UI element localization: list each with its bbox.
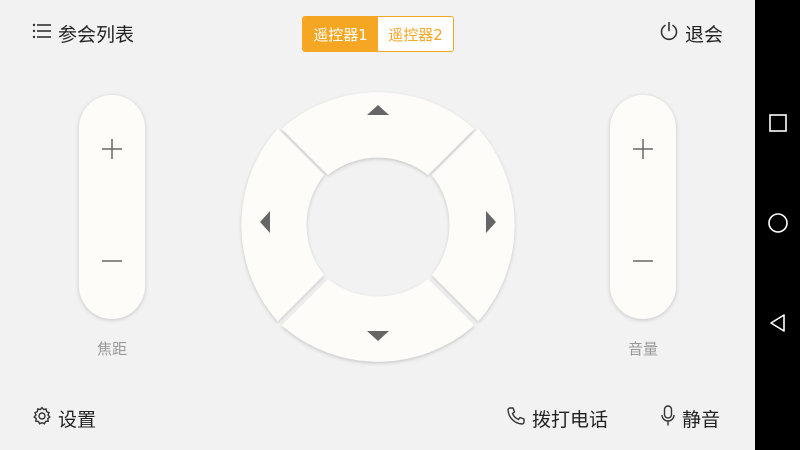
tab-remote-1[interactable]: 遥控器1 [303,17,378,51]
direction-pad [241,92,515,362]
circle-icon [767,212,789,238]
participants-list-label: 参会列表 [58,24,135,46]
tab-remote-2[interactable]: 遥控器2 [378,17,453,51]
system-navigation-bar [755,0,800,450]
dial-button[interactable]: 拨打电话 [506,405,608,432]
mute-button[interactable]: 静音 [660,405,720,432]
back-triangle-icon [768,313,788,337]
plus-icon [101,138,123,164]
focus-plus-button[interactable] [79,121,145,181]
focus-minus-button[interactable] [79,233,145,293]
volume-minus-button[interactable] [610,233,676,293]
back-button[interactable] [755,300,800,350]
remote-control-screen: 参会列表 遥控器1 遥控器2 退会 焦距 音量 设置 拨打电话 静音 [0,0,755,450]
power-icon [659,21,679,46]
microphone-icon [660,405,676,432]
phone-icon [506,406,526,431]
recent-apps-button[interactable] [755,100,800,150]
home-button[interactable] [755,200,800,250]
focus-control [79,95,145,319]
square-icon [768,113,788,137]
exit-meeting-label: 退会 [684,24,723,46]
minus-icon [101,250,123,276]
remote-tabs: 遥控器1 遥控器2 [302,16,454,52]
settings-button[interactable]: 设置 [32,405,96,432]
volume-control [610,95,676,319]
mute-label: 静音 [682,409,721,431]
volume-plus-button[interactable] [610,121,676,181]
minus-icon [632,250,654,276]
focus-label: 焦距 [96,340,127,358]
gear-icon [32,406,52,431]
plus-icon [632,138,654,164]
list-icon [32,22,52,45]
volume-label: 音量 [627,340,658,358]
down-button[interactable] [281,279,475,362]
settings-label: 设置 [58,409,97,431]
participants-list-button[interactable]: 参会列表 [32,20,134,47]
exit-meeting-button[interactable]: 退会 [659,20,723,47]
dial-label: 拨打电话 [532,409,609,431]
